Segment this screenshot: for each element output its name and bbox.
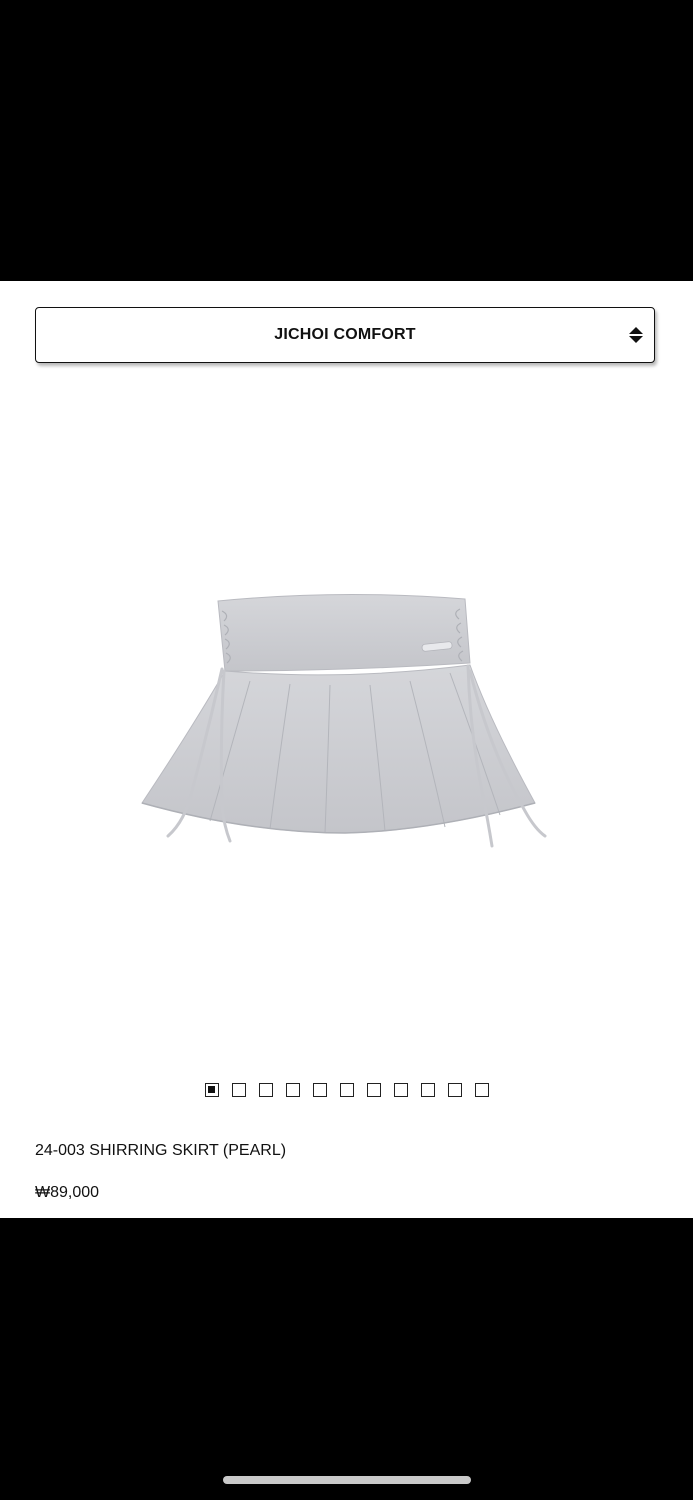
gallery-dot-4[interactable] bbox=[285, 1083, 300, 1097]
bottom-black-area bbox=[0, 1218, 693, 1500]
gallery-dot-5[interactable] bbox=[312, 1083, 327, 1097]
brand-select[interactable]: JICHOI COMFORT bbox=[35, 307, 655, 363]
gallery-dot-7[interactable] bbox=[366, 1083, 381, 1097]
gallery-dot-8[interactable] bbox=[393, 1083, 408, 1097]
gallery-dot-1[interactable] bbox=[204, 1083, 219, 1097]
top-black-area bbox=[0, 0, 693, 281]
gallery-dot-10[interactable] bbox=[447, 1083, 462, 1097]
gallery-dot-6[interactable] bbox=[339, 1083, 354, 1097]
gallery-dot-9[interactable] bbox=[420, 1083, 435, 1097]
sort-arrows-icon bbox=[629, 327, 643, 343]
product-name: 24-003 SHIRRING SKIRT (PEARL) bbox=[35, 1142, 287, 1159]
home-indicator[interactable] bbox=[223, 1476, 471, 1484]
brand-select-label: JICHOI COMFORT bbox=[274, 326, 416, 343]
gallery-dot-2[interactable] bbox=[231, 1083, 246, 1097]
product-page: JICHOI COMFORT 24-003 SHIRRING SKIRT (PE… bbox=[0, 281, 693, 1218]
skirt-image bbox=[141, 593, 547, 848]
gallery-dot-3[interactable] bbox=[258, 1083, 273, 1097]
gallery-pagination bbox=[0, 1083, 693, 1101]
product-price: ₩89,000 bbox=[35, 1184, 100, 1201]
gallery-dot-11[interactable] bbox=[474, 1083, 489, 1097]
